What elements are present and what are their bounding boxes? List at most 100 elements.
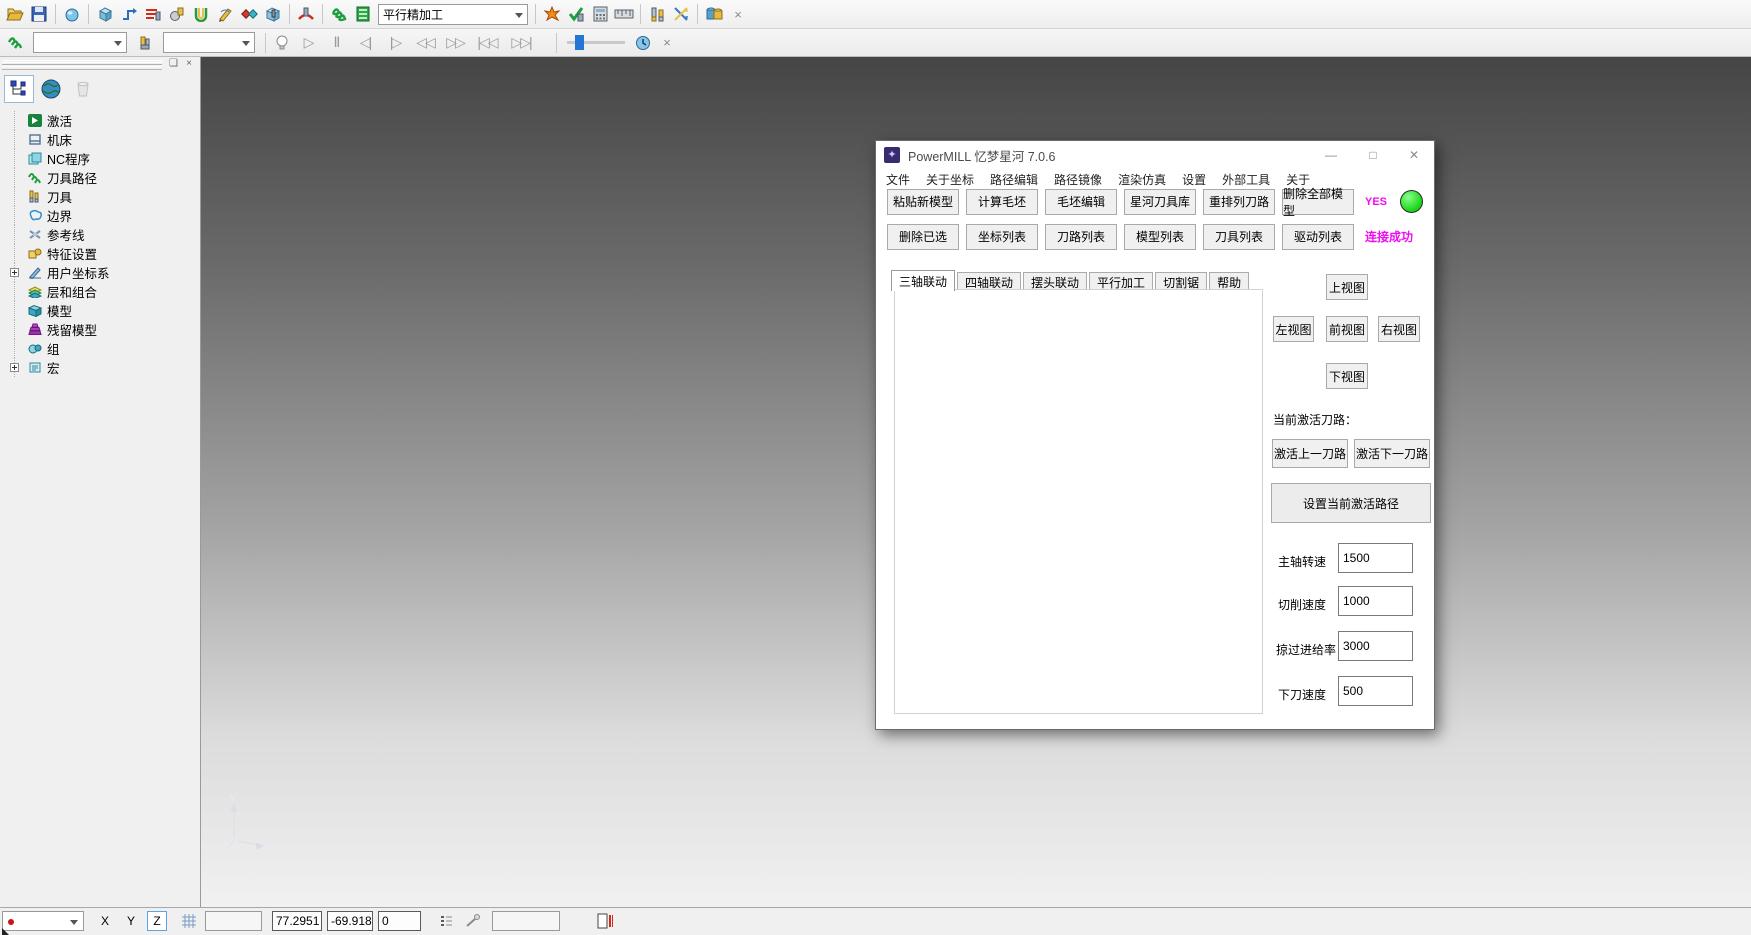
drive-list-button[interactable]: 驱动列表 [1282, 224, 1354, 250]
bottom-view-button[interactable]: 下视图 [1326, 363, 1368, 389]
rewind-button[interactable]: ◁◁ [410, 31, 440, 55]
sim-tool-dropdown[interactable] [163, 32, 255, 53]
menu-about-coords[interactable]: 关于坐标 [926, 171, 974, 188]
activate-next-toolpath-button[interactable]: 激活下一刀路 [1354, 439, 1430, 468]
go-to-end-button[interactable]: ▷▷| [504, 31, 538, 55]
step-forward-button[interactable]: |▷ [380, 31, 410, 55]
dialog-titlebar[interactable]: ✦ PowerMILL 忆梦星河 7.0.6 [876, 141, 1434, 169]
tree-item-levels-sets[interactable]: 层和组合 [6, 282, 196, 301]
pane-float-icon[interactable]: ❏ [169, 58, 178, 69]
left-view-button[interactable]: 左视图 [1273, 316, 1314, 342]
maximize-icon[interactable]: □ [1356, 141, 1390, 169]
tree-item-models[interactable]: 模型 [6, 301, 196, 320]
tree-item-patterns[interactable]: 参考线 [6, 225, 196, 244]
menu-settings[interactable]: 设置 [1182, 171, 1206, 188]
tree-item-boundaries[interactable]: 边界 [6, 206, 196, 225]
pattern-icon[interactable] [213, 2, 237, 26]
menu-external-tools[interactable]: 外部工具 [1222, 171, 1270, 188]
slider-handle[interactable] [575, 35, 584, 50]
toolpath-calc-icon[interactable] [540, 2, 564, 26]
reorder-toolpaths-button[interactable]: 重排列刀路 [1203, 189, 1275, 215]
sim-light-icon[interactable] [270, 31, 294, 55]
delete-all-models-button[interactable]: 删除全部模型 [1282, 189, 1354, 215]
tree-item-tools[interactable]: 刀具 [6, 187, 196, 206]
block-icon[interactable] [93, 2, 117, 26]
coord-list-icon[interactable] [435, 911, 459, 931]
step-back-button[interactable]: ◁| [350, 31, 380, 55]
grid-snap-icon[interactable] [176, 911, 202, 931]
z-axis-button[interactable]: Z [147, 911, 167, 931]
verify-toolpath-icon[interactable] [564, 2, 588, 26]
fast-forward-button[interactable]: ▷▷ [440, 31, 470, 55]
expand-icon[interactable] [10, 363, 19, 372]
pane-close-icon[interactable]: × [186, 58, 192, 69]
coord-list-button[interactable]: 坐标列表 [966, 224, 1038, 250]
close-icon[interactable]: ✕ [1397, 141, 1431, 169]
activate-prev-toolpath-button[interactable]: 激活上一刀路 [1272, 439, 1348, 468]
calculator-icon[interactable] [588, 2, 612, 26]
tool-simulate-icon[interactable] [294, 2, 318, 26]
sim-clock-icon[interactable] [631, 31, 655, 55]
calc-block-button[interactable]: 计算毛坯 [966, 189, 1038, 215]
set-active-path-button[interactable]: 设置当前激活路径 [1271, 483, 1431, 523]
pause-button[interactable]: Ⅱ [322, 31, 350, 55]
open-project-icon[interactable] [3, 2, 27, 26]
go-to-start-button[interactable]: |◁◁ [470, 31, 504, 55]
play-button[interactable]: ▷ [294, 31, 322, 55]
menu-render-sim[interactable]: 渲染仿真 [1118, 171, 1166, 188]
toolpath-list-button[interactable]: 刀路列表 [1045, 224, 1117, 250]
pause-output-icon[interactable] [592, 911, 618, 931]
feature-set-icon[interactable] [237, 2, 261, 26]
spindle-speed-input[interactable] [1338, 543, 1413, 573]
tab-3axis[interactable]: 三轴联动 [891, 270, 955, 291]
expand-icon[interactable] [10, 268, 19, 277]
pane-grip-handle[interactable] [2, 60, 162, 70]
save-project-icon[interactable] [27, 2, 51, 26]
print-icon[interactable] [60, 2, 84, 26]
y-axis-button[interactable]: Y [121, 911, 141, 931]
search-models-icon[interactable] [702, 2, 726, 26]
strategy-dropdown[interactable]: 平行精加工 [378, 4, 528, 25]
strategy-list-icon[interactable] [351, 2, 375, 26]
selection-filter-dropdown[interactable] [2, 911, 84, 931]
top-view-button[interactable]: 上视图 [1326, 274, 1368, 300]
menu-path-mirror[interactable]: 路径镜像 [1054, 171, 1102, 188]
tree-item-stock-models[interactable]: 残留模型 [6, 320, 196, 339]
stock-model-icon[interactable] [261, 2, 285, 26]
minimize-icon[interactable]: — [1314, 141, 1348, 169]
block-edit-button[interactable]: 毛坯编辑 [1045, 189, 1117, 215]
cutting-feed-input[interactable] [1338, 586, 1413, 616]
transform-icon[interactable] [669, 2, 693, 26]
sim-toolpath-dropdown[interactable] [33, 32, 127, 53]
tool-list-button[interactable]: 刀具列表 [1203, 224, 1275, 250]
paste-new-model-button[interactable]: 粘贴新模型 [887, 189, 959, 215]
tree-item-workplanes[interactable]: 用户坐标系 [6, 263, 196, 282]
measure-icon[interactable] [612, 2, 636, 26]
sim-toolbar-close-icon[interactable]: × [655, 31, 679, 55]
plunge-feed-input[interactable] [1338, 676, 1413, 706]
speed-slider[interactable] [567, 41, 625, 44]
probe-icon[interactable] [461, 911, 485, 931]
snap-value-field[interactable] [205, 911, 262, 931]
x-axis-button[interactable]: X [95, 911, 115, 931]
main-toolbar-close-icon[interactable]: × [726, 2, 750, 26]
boundary-icon[interactable] [189, 2, 213, 26]
nc-program-icon[interactable] [141, 2, 165, 26]
explorer-trash-icon[interactable] [68, 75, 98, 103]
explorer-globe-icon[interactable] [36, 75, 66, 103]
explorer-tree-icon[interactable] [4, 75, 34, 103]
menu-file[interactable]: 文件 [886, 171, 910, 188]
tree-item-nc-programs[interactable]: NC程序 [6, 149, 196, 168]
right-view-button[interactable]: 右视图 [1378, 316, 1420, 342]
tree-item-feature-sets[interactable]: 特征设置 [6, 244, 196, 263]
delete-selected-button[interactable]: 删除已选 [887, 224, 959, 250]
tool-manager-icon[interactable] [645, 2, 669, 26]
front-view-button[interactable]: 前视图 [1326, 316, 1368, 342]
toolpath-wizard-icon[interactable] [117, 2, 141, 26]
tree-item-groups[interactable]: 组 [6, 339, 196, 358]
tree-item-machine[interactable]: 机床 [6, 130, 196, 149]
tree-item-toolpaths[interactable]: 刀具路径 [6, 168, 196, 187]
skim-feed-input[interactable] [1338, 631, 1413, 661]
menu-path-edit[interactable]: 路径编辑 [990, 171, 1038, 188]
create-tool-icon[interactable] [165, 2, 189, 26]
